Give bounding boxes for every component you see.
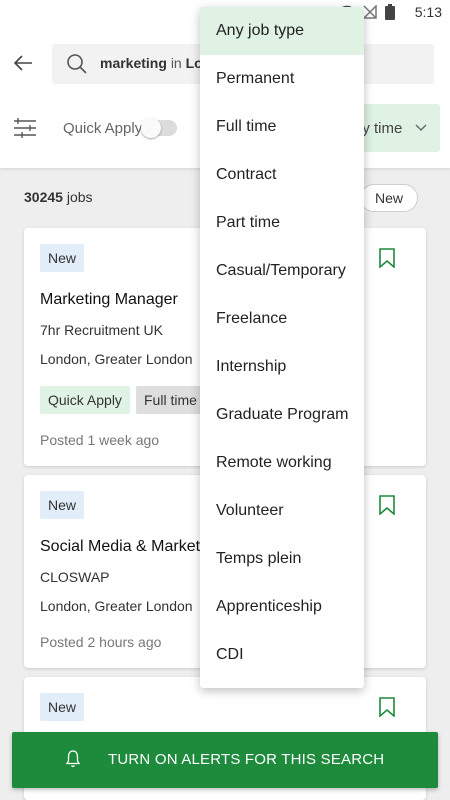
new-badge: New [40,244,85,272]
dropdown-option[interactable]: Temps plein [200,535,364,583]
results-count: 30245 jobs [24,189,93,205]
toggle-knob [141,118,161,138]
dropdown-option[interactable]: Volunteer [200,487,364,535]
bell-icon [66,750,80,768]
search-icon [67,54,87,74]
posted-time: Posted 1 week ago [40,432,160,448]
dropdown-option[interactable]: Remote working [200,439,364,487]
quick-apply-label: Quick Apply [63,120,143,137]
bookmark-icon[interactable] [378,697,396,717]
bookmark-icon[interactable] [378,248,396,268]
dropdown-option[interactable]: Internship [200,343,364,391]
quick-apply-toggle[interactable] [141,118,177,138]
dropdown-option[interactable]: Permanent [200,55,364,103]
dropdown-option[interactable]: Part time [200,199,364,247]
results-count-suffix: jobs [66,189,93,205]
chevron-down-icon [415,124,427,131]
sliders-icon [14,118,36,138]
posted-time: Posted 2 hours ago [40,634,162,650]
job-company: 7hr Recruitment UK [40,322,163,338]
dropdown-option[interactable]: Any job type [200,7,364,55]
job-title[interactable]: Marketing Manager [40,291,178,309]
arrow-left-icon [13,55,32,71]
job-title[interactable]: Social Media & Market [40,538,200,556]
job-location: London, Greater London [40,351,193,367]
status-time: 5:13 [414,4,442,20]
quick-apply-tag: Quick Apply [40,386,130,414]
dropdown-option[interactable]: Casual/Temporary [200,247,364,295]
back-button[interactable] [12,52,38,76]
job-type-tag: Full time [136,386,205,414]
dropdown-option[interactable]: Freelance [200,295,364,343]
battery-icon [385,4,395,20]
no-signal-icon [363,5,377,19]
results-count-number: 30245 [24,189,63,205]
filters-button[interactable] [14,118,36,143]
job-company: CLOSWAP [40,569,110,585]
dropdown-option[interactable]: CDI [200,631,364,679]
search-query: marketing in Lo [100,55,203,71]
job-type-dropdown: Any job type Permanent Full time Contract Pa… [200,7,364,688]
alert-button-label: TURN ON ALERTS FOR THIS SEARCH [108,751,385,768]
dropdown-option[interactable]: Contract [200,151,364,199]
new-badge: New [40,491,85,519]
dropdown-option[interactable]: Full time [200,103,364,151]
new-badge: New [40,693,85,721]
sort-new-chip[interactable]: New [360,184,418,212]
job-location: London, Greater London [40,598,193,614]
turn-on-alerts-button[interactable]: TURN ON ALERTS FOR THIS SEARCH [12,732,438,788]
dropdown-option[interactable]: Apprenticeship [200,583,364,631]
search-connector: in [170,55,182,71]
dropdown-option[interactable]: Graduate Program [200,391,364,439]
search-keyword: marketing [100,55,167,71]
bookmark-icon[interactable] [378,495,396,515]
